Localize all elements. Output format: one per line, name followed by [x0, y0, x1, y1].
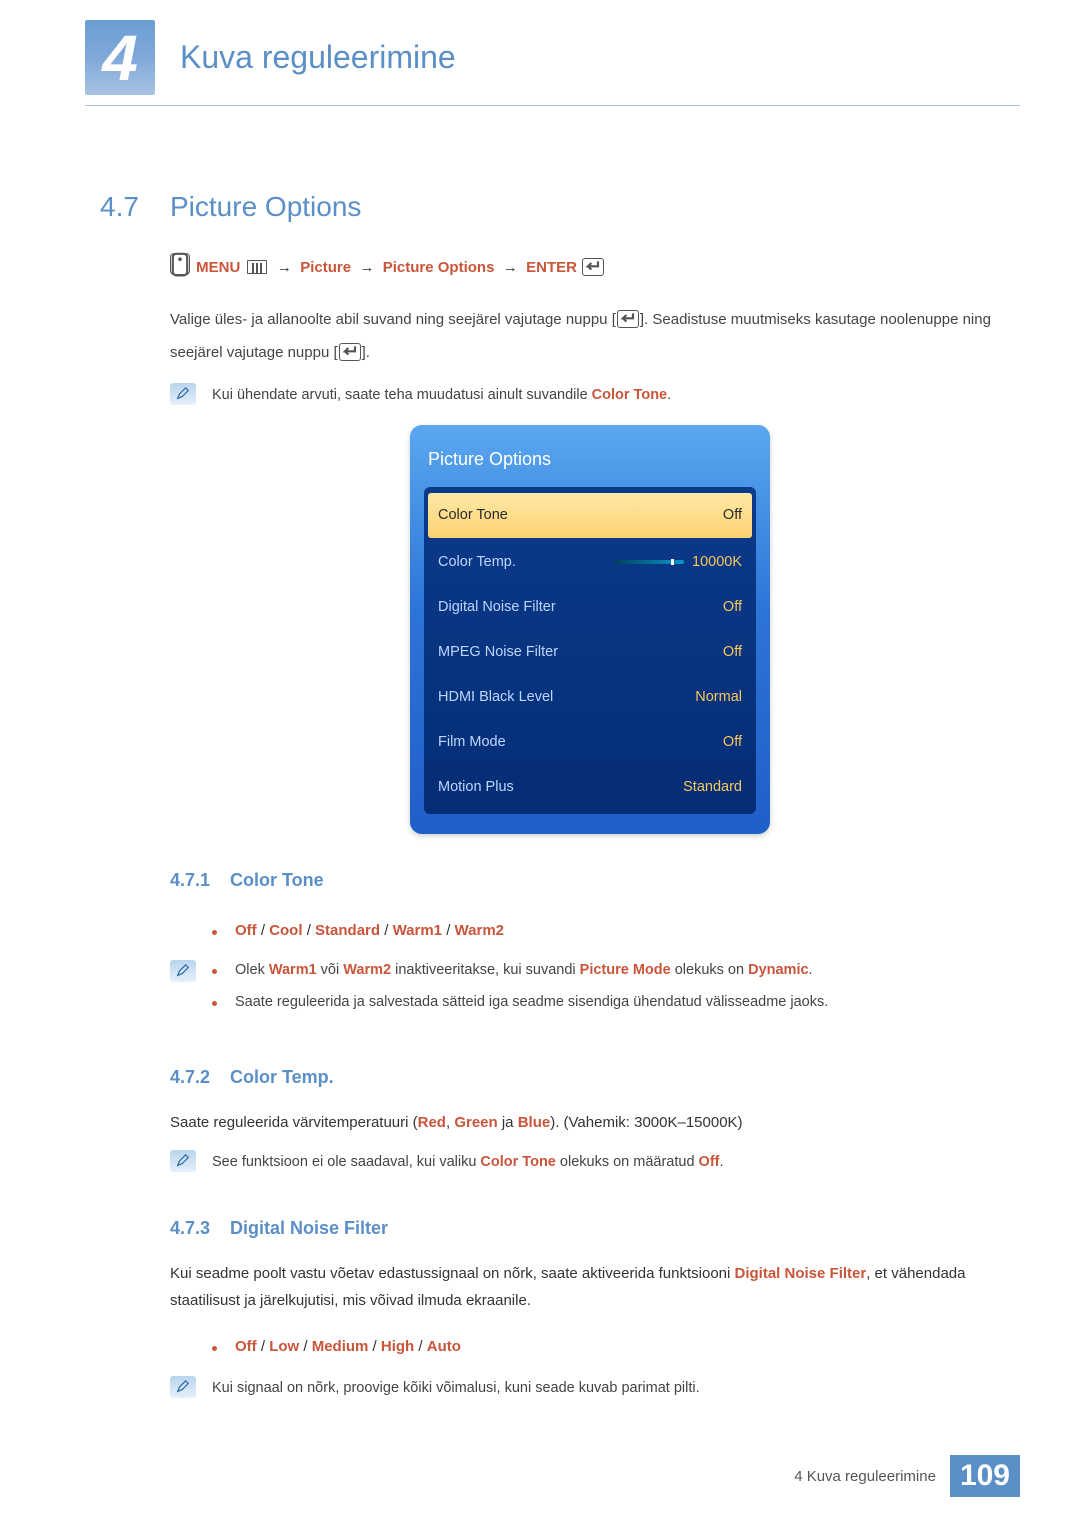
note-warm-dynamic: Olek Warm1 või Warm2 inaktiveeritakse, k…: [212, 960, 1010, 982]
osd-item-color-tone[interactable]: Color ToneOff: [428, 493, 752, 538]
osd-list: Color ToneOff Color Temp. 10000K Digital…: [424, 487, 756, 814]
osd-panel: Picture Options Color ToneOff Color Temp…: [410, 425, 770, 834]
enter-inline-icon: [617, 310, 639, 328]
note-icon: [170, 960, 196, 982]
osd-item-motion-plus[interactable]: Motion PlusStandard: [424, 765, 756, 810]
note-icon: [170, 1376, 196, 1398]
note-icon: [170, 1150, 196, 1172]
bullet-icon: [212, 930, 217, 935]
osd-item-color-temp[interactable]: Color Temp. 10000K: [424, 540, 756, 585]
sub-title-color-temp: Color Temp.: [230, 1059, 334, 1095]
footer-text: 4 Kuva reguleerimine: [794, 1468, 936, 1485]
sub-number-473: 4.7.3: [170, 1210, 230, 1246]
footer: 4 Kuva reguleerimine 109: [794, 1455, 1020, 1497]
osd-item-digital-noise[interactable]: Digital Noise FilterOff: [424, 585, 756, 630]
note-color-temp-off: See funktsioon ei ole saadaval, kui vali…: [212, 1150, 724, 1174]
dnf-body: Kui seadme poolt vastu võetav edastussig…: [170, 1260, 1010, 1314]
bullet-icon: [212, 969, 217, 974]
section-title: Picture Options: [170, 191, 361, 223]
header-underline: [85, 105, 1020, 106]
menu-navigation-path: MENU → Picture → Picture Options → ENTER: [170, 253, 1010, 283]
sub-title-color-tone: Color Tone: [230, 862, 324, 898]
slider-icon: [614, 560, 684, 564]
enter-icon: [582, 258, 604, 276]
note-save-per-input: Saate reguleerida ja salvestada sätteid …: [212, 992, 1010, 1014]
dnf-options: Off / Low / Medium / High / Auto: [212, 1332, 1010, 1362]
color-tone-options: Off / Cool / Standard / Warm1 / Warm2: [212, 916, 1010, 946]
remote-icon: [170, 253, 190, 275]
osd-item-hdmi-black[interactable]: HDMI Black LevelNormal: [424, 675, 756, 720]
page-number: 109: [950, 1455, 1020, 1497]
osd-title: Picture Options: [424, 435, 756, 487]
chapter-title: Kuva reguleerimine: [180, 39, 456, 76]
enter-inline-icon-2: [339, 343, 361, 361]
color-temp-body: Saate reguleerida värvitemperatuuri (Red…: [170, 1109, 1010, 1136]
note-weak-signal: Kui signaal on nõrk, proovige kõiki võim…: [212, 1376, 700, 1400]
osd-item-film-mode[interactable]: Film ModeOff: [424, 720, 756, 765]
osd-item-mpeg-noise[interactable]: MPEG Noise FilterOff: [424, 630, 756, 675]
note-pc-color-tone: Kui ühendate arvuti, saate teha muudatus…: [170, 383, 1010, 407]
note-icon: [170, 383, 196, 405]
menu-bars-icon: [247, 260, 267, 274]
chapter-number: 4: [85, 20, 155, 95]
chapter-header: 4 Kuva reguleerimine: [85, 20, 1080, 95]
sub-title-dnf: Digital Noise Filter: [230, 1210, 388, 1246]
bullet-icon: [212, 1346, 217, 1351]
bullet-icon: [212, 1001, 217, 1006]
sub-number-471: 4.7.1: [170, 862, 230, 898]
section-number: 4.7: [100, 191, 170, 223]
intro-paragraph: Valige üles- ja allanoolte abil suvand n…: [170, 303, 1010, 369]
sub-number-472: 4.7.2: [170, 1059, 230, 1095]
